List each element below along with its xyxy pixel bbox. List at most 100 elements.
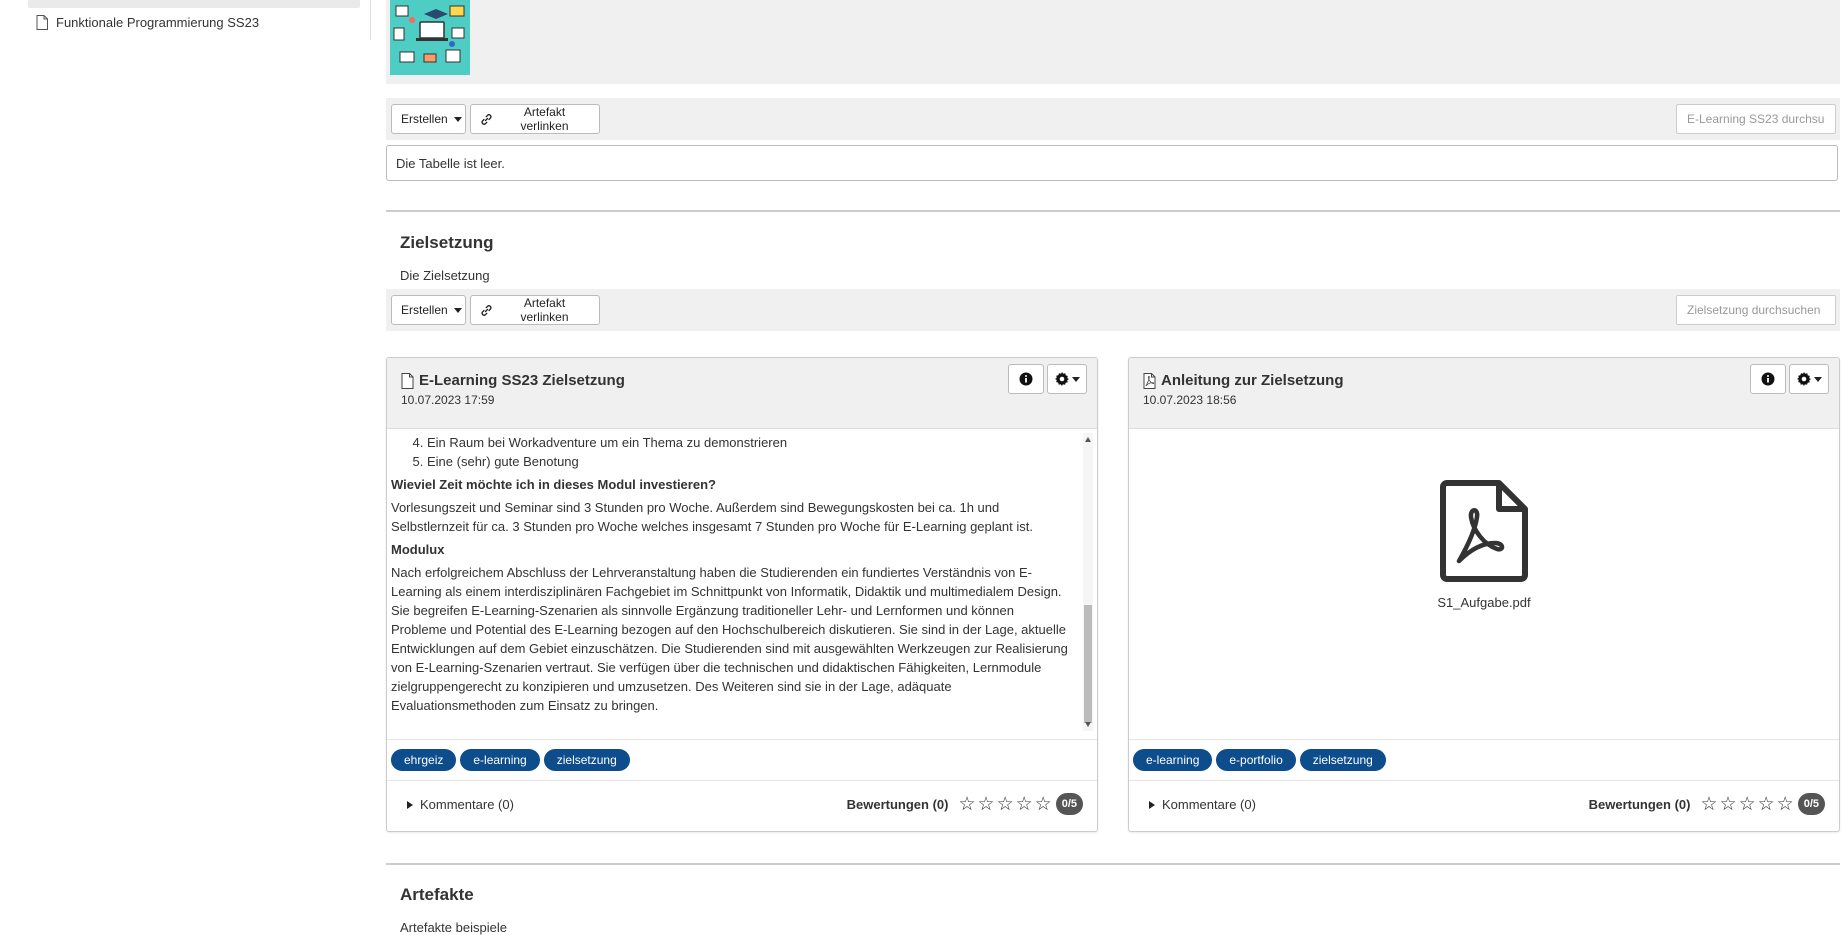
comments-toggle[interactable]: Kommentare (0) <box>1149 797 1256 812</box>
rich-text-content: Ein Raum bei Workadventure um ein Thema … <box>391 433 1073 719</box>
triangle-right-icon <box>1149 800 1155 809</box>
link-artifact-label: Artefakt verlinken <box>520 296 569 324</box>
comments-label: Kommentare (0) <box>1162 797 1256 812</box>
link-artifact-button[interactable]: Artefakt verlinken <box>470 104 600 134</box>
tree-item-funktionale-programmierung[interactable]: Funktionale Programmierung SS23 <box>28 11 360 33</box>
star-icon[interactable]: ☆ <box>958 795 975 814</box>
list-item: Ein Raum bei Workadventure um ein Thema … <box>427 433 1073 452</box>
create-dropdown-button[interactable]: Erstellen <box>391 295 466 325</box>
tree-item-label: Funktionale Programmierung SS23 <box>56 14 260 30</box>
artifact-card: Anleitung zur Zielsetzung 10.07.2023 18:… <box>1128 357 1840 832</box>
caret-down-icon <box>453 116 462 122</box>
create-dropdown-button[interactable]: Erstellen <box>391 104 466 134</box>
section-toolbar: Erstellen Artefakt verlinken <box>386 98 1840 140</box>
info-icon <box>1761 372 1775 386</box>
rating-score-badge: 0/5 <box>1797 793 1825 815</box>
link-icon <box>480 304 493 317</box>
section-title-artefakte: Artefakte <box>400 885 474 904</box>
content-paragraph: Nach erfolgreichem Abschluss der Lehrver… <box>391 565 1068 713</box>
star-icon[interactable]: ☆ <box>1035 795 1052 814</box>
pdf-preview[interactable]: S1_Aufgabe.pdf <box>1129 479 1839 612</box>
card-title[interactable]: Anleitung zur Zielsetzung <box>1143 372 1344 389</box>
tag-list: e-learning e-portfolio zielsetzung <box>1129 739 1839 780</box>
section-image-panel <box>386 0 1840 84</box>
tag[interactable]: e-learning <box>460 749 540 771</box>
card-content[interactable]: S1_Aufgabe.pdf <box>1129 429 1839 736</box>
star-icon[interactable]: ☆ <box>1700 795 1717 814</box>
scroll-up-icon[interactable] <box>1085 437 1091 442</box>
content-scrollbar[interactable] <box>1083 433 1093 731</box>
card-header: Anleitung zur Zielsetzung 10.07.2023 18:… <box>1129 358 1839 429</box>
star-icon[interactable]: ☆ <box>978 795 995 814</box>
section-search-input[interactable] <box>1676 104 1836 134</box>
tag[interactable]: e-portfolio <box>1216 749 1296 771</box>
card-title[interactable]: E-Learning SS23 Zielsetzung <box>401 372 625 389</box>
card-date: 10.07.2023 17:59 <box>401 393 495 407</box>
zielsetzung-search-input[interactable] <box>1676 295 1836 325</box>
link-icon <box>480 113 493 126</box>
sidebar-divider <box>370 0 371 40</box>
star-icon[interactable]: ☆ <box>1739 795 1756 814</box>
star-icon[interactable]: ☆ <box>1016 795 1033 814</box>
star-icon[interactable]: ☆ <box>997 795 1014 814</box>
info-icon <box>1019 372 1033 386</box>
info-button[interactable] <box>1750 364 1786 394</box>
card-header: E-Learning SS23 Zielsetzung 10.07.2023 1… <box>387 358 1097 429</box>
caret-down-icon <box>1813 376 1822 382</box>
settings-dropdown-button[interactable] <box>1047 364 1087 394</box>
empty-table-message: Die Tabelle ist leer. <box>386 145 1838 181</box>
caret-down-icon <box>1071 376 1080 382</box>
triangle-right-icon <box>407 800 413 809</box>
section-thumbnail[interactable] <box>390 0 470 75</box>
gear-icon <box>1054 372 1069 386</box>
info-button[interactable] <box>1008 364 1044 394</box>
goal-list: Ein Raum bei Workadventure um ein Thema … <box>391 433 1073 471</box>
section-divider <box>386 863 1840 865</box>
rating-widget: Bewertungen (0) ☆ ☆ ☆ ☆ ☆ 0/5 <box>847 793 1083 815</box>
settings-dropdown-button[interactable] <box>1789 364 1829 394</box>
star-icon[interactable]: ☆ <box>1758 795 1775 814</box>
tag[interactable]: e-learning <box>1133 749 1213 771</box>
document-icon <box>36 14 48 30</box>
content-paragraph: Vorlesungszeit und Seminar sind 3 Stunde… <box>391 500 1033 534</box>
ratings-label: Bewertungen (0) <box>846 796 949 812</box>
tag[interactable]: zielsetzung <box>543 749 630 771</box>
rating-score-badge: 0/5 <box>1055 793 1083 815</box>
content-heading: Modulux <box>391 542 445 557</box>
section-title-zielsetzung: Zielsetzung <box>400 233 494 252</box>
link-artifact-label: Artefakt verlinken <box>520 105 569 133</box>
artifact-card: E-Learning SS23 Zielsetzung 10.07.2023 1… <box>386 357 1098 832</box>
tag[interactable]: zielsetzung <box>1299 749 1386 771</box>
pdf-file-name[interactable]: S1_Aufgabe.pdf <box>1437 593 1530 612</box>
tree-item-active[interactable] <box>28 0 360 8</box>
link-artifact-button[interactable]: Artefakt verlinken <box>470 295 600 325</box>
create-label: Erstellen <box>401 303 448 317</box>
pdf-file-icon <box>1439 479 1529 583</box>
ratings-label: Bewertungen (0) <box>1588 796 1691 812</box>
card-title-text: Anleitung zur Zielsetzung <box>1161 372 1344 389</box>
section-description-zielsetzung: Die Zielsetzung <box>400 268 490 283</box>
rating-widget: Bewertungen (0) ☆ ☆ ☆ ☆ ☆ 0/5 <box>1589 793 1825 815</box>
star-icon[interactable]: ☆ <box>1777 795 1794 814</box>
star-icon[interactable]: ☆ <box>1720 795 1737 814</box>
content-heading: Wieviel Zeit möchte ich in dieses Modul … <box>391 477 716 492</box>
navigation-tree: Funktionale Programmierung SS23 <box>28 0 360 33</box>
tag-list: ehrgeiz e-learning zielsetzung <box>387 739 1097 780</box>
caret-down-icon <box>453 307 462 313</box>
comments-toggle[interactable]: Kommentare (0) <box>407 797 514 812</box>
gear-icon <box>1796 372 1811 386</box>
scrollbar-thumb[interactable] <box>1084 605 1092 723</box>
document-icon <box>401 372 414 389</box>
card-content[interactable]: Ein Raum bei Workadventure um ein Thema … <box>387 429 1097 736</box>
card-footer: Kommentare (0) Bewertungen (0) ☆ ☆ ☆ ☆ ☆… <box>387 780 1097 831</box>
scroll-down-icon[interactable] <box>1085 722 1091 727</box>
card-title-text: E-Learning SS23 Zielsetzung <box>419 372 625 389</box>
card-date: 10.07.2023 18:56 <box>1143 393 1237 407</box>
section-divider <box>386 210 1840 212</box>
zielsetzung-toolbar: Erstellen Artefakt verlinken <box>386 289 1840 331</box>
comments-label: Kommentare (0) <box>420 797 514 812</box>
card-footer: Kommentare (0) Bewertungen (0) ☆ ☆ ☆ ☆ ☆… <box>1129 780 1839 831</box>
tag[interactable]: ehrgeiz <box>391 749 457 771</box>
create-label: Erstellen <box>401 112 448 126</box>
list-item: Eine (sehr) gute Benotung <box>427 452 1073 471</box>
